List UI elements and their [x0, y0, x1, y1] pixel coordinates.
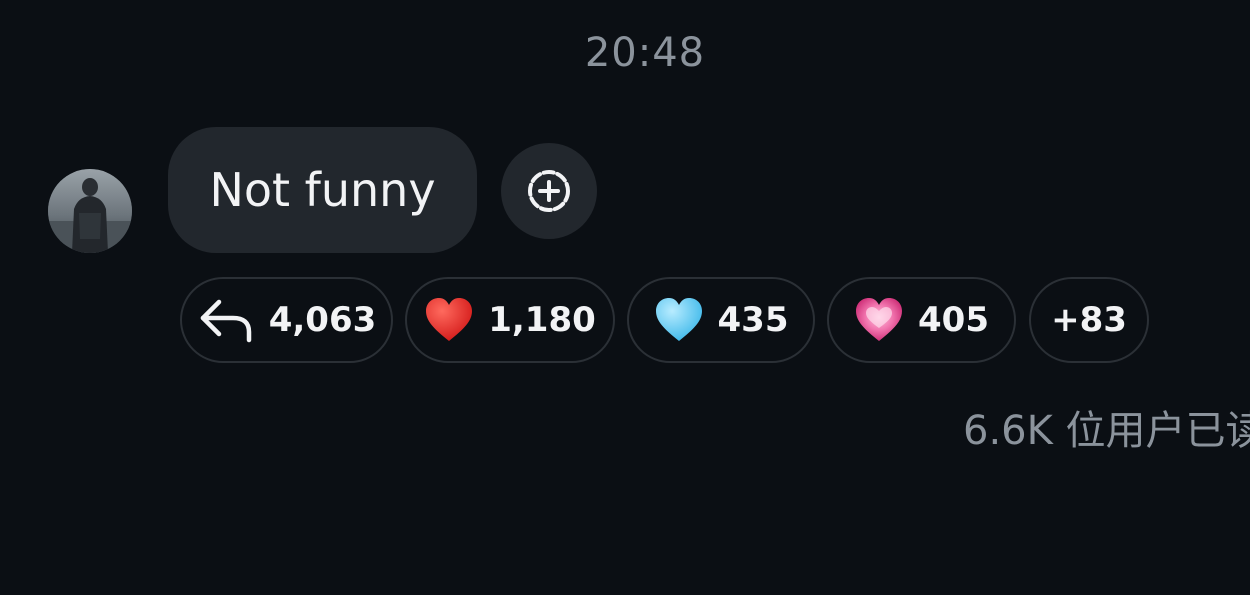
- message-text: Not funny: [209, 163, 436, 217]
- avatar-photo-icon: [48, 169, 132, 253]
- red-heart-icon: [424, 297, 474, 343]
- add-reaction-button[interactable]: [501, 143, 597, 239]
- reaction-pink-heart[interactable]: 405: [827, 277, 1016, 363]
- reaction-count: 435: [717, 300, 789, 340]
- reaction-red-heart[interactable]: 1,180: [405, 277, 615, 363]
- sparkling-pink-heart-icon: [854, 297, 904, 343]
- more-reactions-button[interactable]: +83: [1029, 277, 1149, 363]
- avatar[interactable]: [48, 169, 132, 253]
- read-receipt: 6.6K 位用户已读: [963, 408, 1250, 454]
- message-timestamp: 20:48: [584, 30, 706, 76]
- message-bubble[interactable]: Not funny: [168, 127, 477, 253]
- more-reactions-count: +83: [1051, 300, 1127, 340]
- reaction-count: 1,180: [488, 300, 596, 340]
- light-blue-heart-icon: [654, 297, 704, 343]
- chat-screen: 20:48 Not funny 4,063 1,180 435 405 +83 …: [0, 0, 1250, 595]
- reaction-blue-heart[interactable]: 435: [627, 277, 815, 363]
- reply-arrow-icon: [197, 296, 255, 344]
- reply-count-button[interactable]: 4,063: [180, 277, 393, 363]
- add-reaction-icon: [528, 170, 570, 212]
- reply-count: 4,063: [268, 300, 377, 340]
- reaction-count: 405: [918, 300, 989, 340]
